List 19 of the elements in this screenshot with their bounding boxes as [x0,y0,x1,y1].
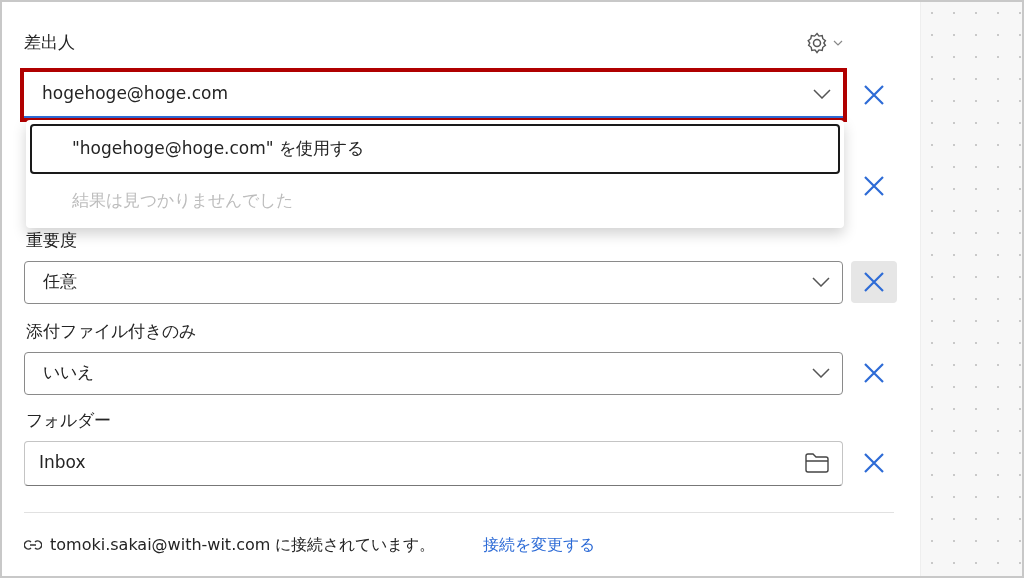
folder-icon[interactable] [804,450,830,476]
settings-icon[interactable] [805,30,829,56]
close-icon [863,362,885,384]
menu-option[interactable]: "hogehoge@hoge.com" を使用する [30,124,840,174]
folder-field[interactable]: Inbox [24,440,843,486]
connection-status-text: tomoki.sakai@with-wit.com に接続されています。 [50,533,436,556]
field-label: 添付ファイル付きのみ [26,319,197,343]
dropdown-field[interactable]: 任意 [24,260,843,304]
no-results-text: 結果は見つかりませんでした [71,189,294,212]
field-label: 差出人 [24,31,76,54]
close-icon [863,452,885,474]
close-icon [863,271,885,293]
dropdown-field[interactable]: いいえ [24,351,843,395]
close-icon [863,83,885,106]
clear-icon-button[interactable] [851,261,897,303]
change-connection-link[interactable]: 接続を変更する [483,532,596,557]
close-icon [863,175,885,197]
field-label: 重要度 [26,228,78,252]
field-label: フォルダー [26,408,112,432]
